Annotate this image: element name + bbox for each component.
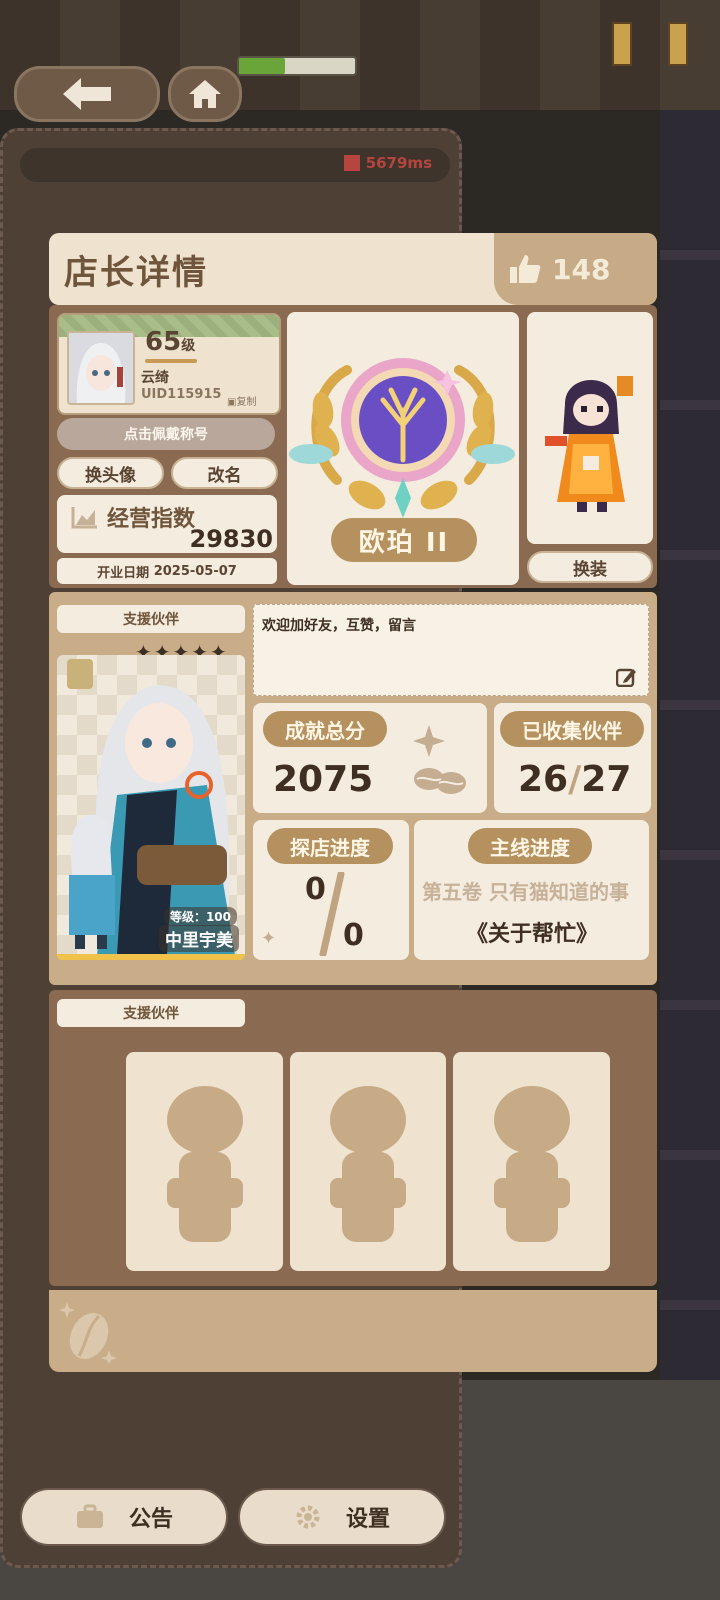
explore-total: 0 xyxy=(343,918,364,953)
level-suffix: 级 xyxy=(181,338,196,354)
scene-progress-bar xyxy=(237,56,357,76)
shopkeeper-sprite xyxy=(545,376,633,512)
achievement-score-card: 成就总分 2075 xyxy=(253,703,487,813)
notice-button[interactable]: 公告 xyxy=(20,1488,228,1546)
main-story-title: 《关于帮忙》 xyxy=(466,922,599,947)
score-label: 经营指数 xyxy=(107,507,196,532)
wear-title-button[interactable]: 点击佩戴称号 xyxy=(57,418,275,450)
player-level: 65级 xyxy=(145,327,195,357)
collected-separator: / xyxy=(568,759,582,800)
collected-count: 26/27 xyxy=(518,759,631,800)
change-avatar-button[interactable]: 换头像 xyxy=(57,457,164,489)
partner-name: 中里宇美 xyxy=(159,925,239,952)
back-button[interactable] xyxy=(14,66,160,122)
ping-indicator: 5679ms xyxy=(343,154,432,172)
message-text: 欢迎加好友，互赞，留言 xyxy=(262,618,416,634)
empty-character-icon xyxy=(166,1086,243,1242)
score-value: 29830 xyxy=(189,525,274,553)
open-date-value: 2025-05-07 xyxy=(153,563,237,579)
support-slot-2[interactable] xyxy=(290,1052,446,1271)
level-number: 65 xyxy=(145,327,182,357)
settings-button[interactable]: 设置 xyxy=(238,1488,446,1546)
main-story-label: 主线进度 xyxy=(468,828,592,864)
briefcase-icon xyxy=(76,1504,103,1528)
decor-footer-strip xyxy=(49,1290,657,1372)
support-partner-label: 支援伙伴 xyxy=(57,605,245,633)
home-button[interactable] xyxy=(168,66,242,122)
open-date: 开业日期 2025-05-07 xyxy=(57,558,277,584)
partner-rarity-bar xyxy=(57,954,245,960)
rename-button[interactable]: 改名 xyxy=(171,457,278,489)
like-count: 148 xyxy=(552,252,611,286)
explore-label: 探店进度 xyxy=(267,828,393,864)
like-button[interactable]: 148 xyxy=(494,233,657,305)
achievement-label: 成就总分 xyxy=(263,711,387,747)
player-name: 云绮 xyxy=(141,370,169,386)
partner-card[interactable]: 等级：100 中里宇美 xyxy=(57,655,245,960)
open-date-label: 开业日期 xyxy=(97,565,150,581)
copy-uid-button[interactable]: ▣复制 xyxy=(227,393,256,408)
collected-label: 已收集伙伴 xyxy=(500,711,644,747)
lamp-icon xyxy=(668,22,688,66)
coffee-beans-icon xyxy=(413,725,466,794)
collected-current: 26 xyxy=(518,759,569,800)
thumbs-up-icon xyxy=(510,255,541,283)
explore-progress-card: 探店进度 0 0 ✦ xyxy=(253,820,409,960)
edit-icon[interactable] xyxy=(616,667,636,687)
main-story-chapter: 第五卷 只有猫知道的事 xyxy=(422,880,629,904)
profile-card: 65级 云绮 UID115915 ▣复制 xyxy=(57,313,281,415)
notice-label: 公告 xyxy=(128,1507,173,1532)
change-outfit-button[interactable]: 换装 xyxy=(527,551,653,583)
settings-label: 设置 xyxy=(345,1507,390,1532)
achievement-value: 2075 xyxy=(273,759,374,800)
business-score-card: 经营指数 29830 xyxy=(57,495,277,553)
empty-character-icon xyxy=(330,1086,406,1242)
copy-label: 复制 xyxy=(236,397,257,408)
collected-total: 27 xyxy=(581,759,632,800)
chart-icon xyxy=(71,507,97,529)
support-partner-label-2: 支援伙伴 xyxy=(57,999,245,1027)
scene-progress-fill xyxy=(239,58,286,74)
avatar-portrait xyxy=(69,333,133,403)
page-title: 店长详情 xyxy=(64,253,208,293)
main-story-progress-card[interactable]: 主线进度 第五卷 只有猫知道的事 《关于帮忙》 xyxy=(414,820,649,960)
rank-name: 欧珀 II xyxy=(331,518,477,562)
partner-level: 等级：100 xyxy=(163,907,237,926)
ping-value: 5679ms xyxy=(365,154,432,172)
lamp-icon xyxy=(612,22,632,66)
sparkle-icon: ✦ xyxy=(261,928,277,949)
rank-emblem-icon xyxy=(289,358,515,518)
empty-character-icon xyxy=(493,1086,570,1242)
level-underline xyxy=(145,359,197,363)
avatar[interactable] xyxy=(67,331,135,405)
support-slot-3[interactable] xyxy=(453,1052,610,1271)
message-board[interactable]: 欢迎加好友，互赞，留言 xyxy=(253,604,649,696)
network-status-bar: 5679ms xyxy=(20,148,450,182)
player-uid: UID115915 xyxy=(141,387,222,402)
back-arrow-icon xyxy=(63,78,111,110)
signal-icon xyxy=(343,155,360,171)
scene-right-wall xyxy=(660,110,720,1380)
home-icon xyxy=(189,80,221,108)
gear-icon xyxy=(296,1505,320,1529)
coffee-bean-icon xyxy=(59,1302,117,1364)
collected-partners-card: 已收集伙伴 26/27 xyxy=(494,703,651,813)
character-preview[interactable] xyxy=(527,312,653,544)
support-slot-1[interactable] xyxy=(126,1052,283,1271)
